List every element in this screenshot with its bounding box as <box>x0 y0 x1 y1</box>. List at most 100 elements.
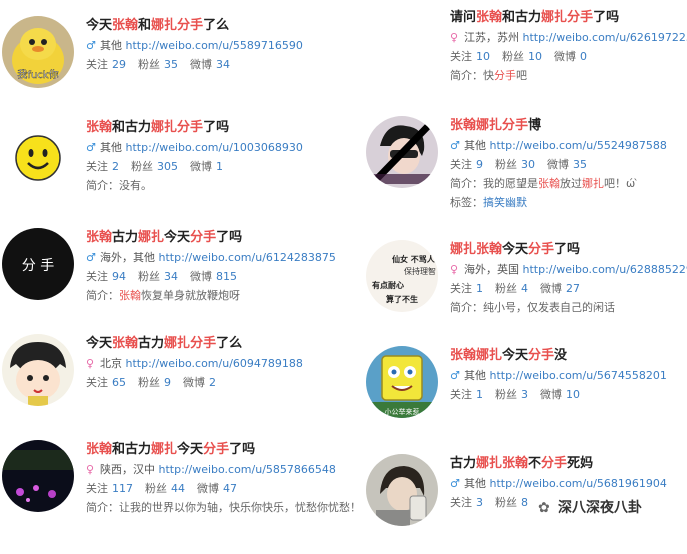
fans-count[interactable]: 粉丝10 <box>502 50 542 63</box>
text-segment: 死妈 <box>567 456 593 471</box>
username-link[interactable]: 今天张翰和娜扎分手了么 <box>86 16 342 36</box>
follow-count[interactable]: 关注10 <box>450 50 490 63</box>
location: 其他 <box>100 39 122 52</box>
username-link[interactable]: 张翰娜扎今天分手没 <box>450 346 684 366</box>
user-card-8[interactable]: 小公举来惹 张翰娜扎今天分手没 ♂其他 http://weibo.com/u/5… <box>366 346 684 446</box>
text-segment: 了么 <box>216 336 242 351</box>
highlight-text: 张翰 <box>119 289 141 302</box>
intro-label: 简介： <box>86 179 119 192</box>
avatar[interactable] <box>366 454 438 526</box>
follow-count[interactable]: 关注1 <box>450 388 483 401</box>
text-segment: 古力 <box>450 456 476 471</box>
user-card-9[interactable]: 张翰和古力娜扎今天分手了吗 ♀陕西，汉中 http://weibo.com/u/… <box>2 440 342 540</box>
username-link[interactable]: 张翰娜扎分手博 <box>450 116 684 136</box>
avatar[interactable]: 我fuck你 <box>2 16 74 88</box>
male-icon: ♂ <box>86 248 98 267</box>
highlight-text: 张翰 <box>86 442 112 457</box>
avatar[interactable] <box>2 334 74 406</box>
user-card-7[interactable]: 今天张翰古力娜扎分手了么 ♀北京 http://weibo.com/u/6094… <box>2 334 342 434</box>
follow-count[interactable]: 关注1 <box>450 282 483 295</box>
male-icon: ♂ <box>450 366 462 385</box>
highlight-text: 娜扎 <box>138 230 164 245</box>
intro: 简介：纯小号，仅发表自己的闲话 <box>450 298 684 317</box>
weibo-count[interactable]: 微博47 <box>197 482 237 495</box>
location: 海外，英国 <box>464 263 519 276</box>
avatar[interactable] <box>2 118 74 190</box>
fans-count[interactable]: 粉丝305 <box>131 160 178 173</box>
username-link[interactable]: 张翰和古力娜扎今天分手了吗 <box>86 440 342 460</box>
weibo-count[interactable]: 微博1 <box>190 160 223 173</box>
user-card-6[interactable]: 仙女 不骂人 保持理智 有点耐心 算了不生 娜扎张翰今天分手了吗 ♀海外，英国 … <box>366 240 684 340</box>
follow-count[interactable]: 关注65 <box>86 376 126 389</box>
location: 其他 <box>100 141 122 154</box>
user-card-2[interactable]: 请问张翰和古力娜扎分手了吗 ♀江苏，苏州 http://weibo.com/u/… <box>366 8 684 108</box>
highlight-text: 张翰 <box>86 230 112 245</box>
username-link[interactable]: 古力娜扎张翰不分手死妈 <box>450 454 684 474</box>
fans-count[interactable]: 粉丝4 <box>495 282 528 295</box>
fans-count[interactable]: 粉丝8 <box>495 496 528 509</box>
weibo-count[interactable]: 微博0 <box>554 50 587 63</box>
highlight-text: 分手 <box>528 348 554 363</box>
profile-url-link[interactable]: http://weibo.com/u/1003068930 <box>126 141 303 154</box>
profile-url-link[interactable]: http://weibo.com/u/5857866548 <box>159 463 336 476</box>
weibo-count[interactable]: 微博10 <box>540 388 580 401</box>
fans-count[interactable]: 粉丝3 <box>495 388 528 401</box>
profile-url-link[interactable]: http://weibo.com/u/5524987588 <box>490 139 667 152</box>
highlight-text: 娜扎 <box>541 10 567 25</box>
avatar[interactable]: 小公举来惹 <box>366 346 438 418</box>
tag-link[interactable]: 搞笑幽默 <box>483 196 527 209</box>
highlight-text: 张翰 <box>476 10 502 25</box>
text-avatar-image: 分 手 <box>2 228 74 300</box>
text-segment: 不 <box>528 456 541 471</box>
user-card-4[interactable]: 张翰娜扎分手博 ♂其他 http://weibo.com/u/552498758… <box>366 116 684 216</box>
highlight-text: 张翰娜扎 <box>450 348 502 363</box>
profile-url-link[interactable]: http://weibo.com/u/6261972259 <box>523 31 687 44</box>
user-card-5[interactable]: 分 手 张翰古力娜扎今天分手了吗 ♂海外，其他 http://weibo.com… <box>2 228 342 328</box>
username-link[interactable]: 张翰古力娜扎今天分手了吗 <box>86 228 342 248</box>
follow-count[interactable]: 关注3 <box>450 496 483 509</box>
fans-count[interactable]: 粉丝30 <box>495 158 535 171</box>
follow-count[interactable]: 关注9 <box>450 158 483 171</box>
username-link[interactable]: 今天张翰古力娜扎分手了么 <box>86 334 342 354</box>
user-card-1[interactable]: 我fuck你 今天张翰和娜扎分手了么 ♂其他 http://weibo.com/… <box>2 16 342 116</box>
fans-count[interactable]: 粉丝44 <box>145 482 185 495</box>
fans-count[interactable]: 粉丝9 <box>138 376 171 389</box>
follow-count[interactable]: 关注94 <box>86 270 126 283</box>
profile-url-link[interactable]: http://weibo.com/u/6124283875 <box>159 251 336 264</box>
follow-count[interactable]: 关注117 <box>86 482 133 495</box>
avatar[interactable]: 仙女 不骂人 保持理智 有点耐心 算了不生 <box>366 240 438 312</box>
follow-count[interactable]: 关注2 <box>86 160 119 173</box>
highlight-text: 分手 <box>528 242 554 257</box>
watermark: ✿深八深夜八卦 <box>538 496 686 520</box>
avatar[interactable] <box>366 116 438 188</box>
profile-url-link[interactable]: http://weibo.com/u/5589716590 <box>126 39 303 52</box>
avatar[interactable]: 分 手 <box>2 228 74 300</box>
username-link[interactable]: 请问张翰和古力娜扎分手了吗 <box>450 8 684 28</box>
profile-url-link[interactable]: http://weibo.com/u/5674558201 <box>490 369 667 382</box>
username-link[interactable]: 娜扎张翰今天分手了吗 <box>450 240 684 260</box>
username-link[interactable]: 张翰和古力娜扎分手了吗 <box>86 118 342 138</box>
weibo-count[interactable]: 微博34 <box>190 58 230 71</box>
svg-text:仙女 不骂人: 仙女 不骂人 <box>392 254 436 264</box>
text-segment: 和 <box>138 18 151 33</box>
intro: 简介：张翰恢复单身就放鞭炮呀 <box>86 286 342 305</box>
profile-url-link[interactable]: http://weibo.com/u/6288852291 <box>523 263 687 276</box>
text-segment: 今天 <box>86 336 112 351</box>
weibo-count[interactable]: 微博2 <box>183 376 216 389</box>
avatar[interactable] <box>2 440 74 512</box>
profile-url-link[interactable]: http://weibo.com/u/6094789188 <box>126 357 303 370</box>
text-segment: 了吗 <box>229 442 255 457</box>
selfie-avatar-image <box>366 454 438 526</box>
text-segment: 了吗 <box>554 242 580 257</box>
text-segment: 我的愿望是 <box>483 177 538 190</box>
tags: 标签：搞笑幽默 <box>450 193 684 212</box>
weibo-count[interactable]: 微博27 <box>540 282 580 295</box>
fans-count[interactable]: 粉丝35 <box>138 58 178 71</box>
fans-count[interactable]: 粉丝34 <box>138 270 178 283</box>
highlight-text: 分手 <box>541 456 567 471</box>
weibo-count[interactable]: 微博35 <box>547 158 587 171</box>
user-card-3[interactable]: 张翰和古力娜扎分手了吗 ♂其他 http://weibo.com/u/10030… <box>2 118 342 218</box>
profile-url-link[interactable]: http://weibo.com/u/5681961904 <box>490 477 667 490</box>
follow-count[interactable]: 关注29 <box>86 58 126 71</box>
weibo-count[interactable]: 微博815 <box>190 270 237 283</box>
